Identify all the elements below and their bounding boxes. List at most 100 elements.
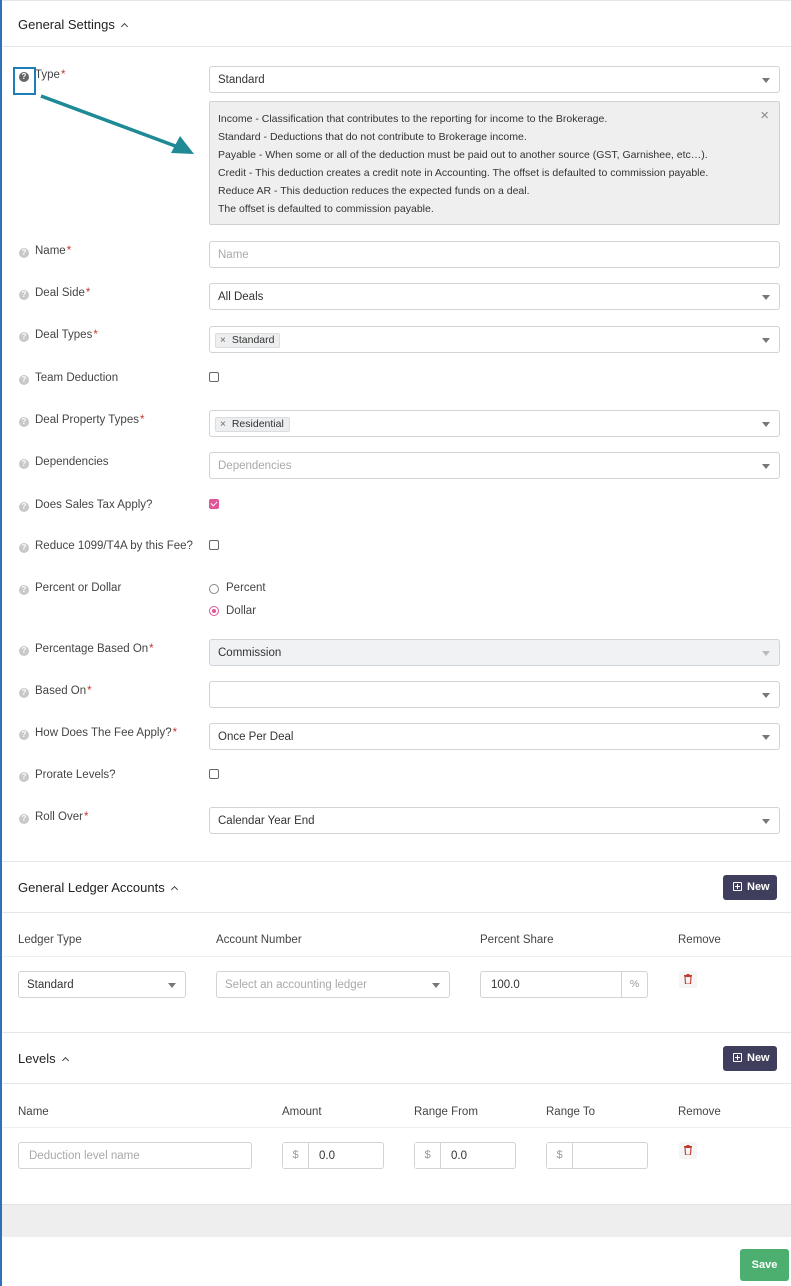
percentage-based-on-value: Commission [218, 647, 282, 659]
deal-side-label-text: Deal Side [35, 287, 85, 299]
deal-types-multiselect[interactable]: × Standard [209, 326, 780, 353]
deal-property-types-multiselect[interactable]: × Residential [209, 410, 780, 437]
help-icon[interactable]: ? [19, 459, 29, 469]
percent-share-input[interactable]: 100.0 % [480, 971, 648, 998]
ledger-section-header[interactable]: General Ledger Accounts New [2, 861, 791, 913]
level-remove-trash-icon[interactable] [679, 1142, 697, 1159]
dependencies-select[interactable]: Dependencies [209, 452, 780, 479]
range-to-input[interactable]: $ [546, 1142, 648, 1169]
reduce-1099-label: Reduce 1099/T4A by this Fee? [35, 540, 193, 552]
ledger-type-select[interactable]: Standard [18, 971, 186, 998]
range-from-input[interactable]: $ 0.0 [414, 1142, 516, 1169]
dependencies-label: Dependencies [35, 456, 109, 468]
help-icon[interactable]: ? [19, 248, 29, 258]
type-select[interactable]: Standard [209, 66, 780, 93]
required-marker: * [149, 643, 154, 655]
ledger-new-button[interactable]: New [723, 875, 777, 900]
info-line-payable: Payable - When some or all of the deduct… [218, 149, 708, 161]
info-line-credit: Credit - This deduction creates a credit… [218, 167, 709, 179]
levels-col-remove: Remove [678, 1106, 721, 1118]
help-icon[interactable]: ? [19, 772, 29, 782]
help-icon[interactable]: ? [19, 814, 29, 824]
amount-value: 0.0 [319, 1150, 335, 1162]
sales-tax-checkbox[interactable] [209, 499, 219, 509]
dependencies-placeholder: Dependencies [218, 460, 292, 472]
team-deduction-label: Team Deduction [35, 372, 119, 384]
tag-remove-icon[interactable]: × [220, 419, 226, 430]
name-input[interactable]: Name [209, 241, 780, 268]
general-settings-header[interactable]: General Settings [2, 0, 791, 47]
dropdown-arrow-icon [762, 295, 770, 300]
deal-types-label: Deal Types* [35, 329, 98, 341]
chevron-up-icon[interactable] [170, 885, 178, 894]
levels-section-header[interactable]: Levels New [2, 1032, 791, 1084]
help-icon[interactable]: ? [19, 646, 29, 656]
dropdown-arrow-icon [762, 78, 770, 83]
required-marker: * [60, 69, 66, 81]
levels-section-title-text: Levels [18, 1051, 56, 1066]
levels-new-button-label: New [747, 1052, 770, 1064]
fee-apply-select[interactable]: Once Per Deal [209, 723, 780, 750]
dropdown-arrow-icon [762, 819, 770, 824]
level-name-placeholder: Deduction level name [29, 1150, 140, 1162]
account-number-select[interactable]: Select an accounting ledger [216, 971, 450, 998]
help-icon[interactable]: ? [19, 375, 29, 385]
info-line-standard: Standard - Deductions that do not contri… [218, 131, 527, 143]
team-deduction-checkbox[interactable] [209, 372, 219, 382]
percent-radio[interactable] [209, 584, 219, 594]
reduce-1099-checkbox[interactable] [209, 540, 219, 550]
dropdown-arrow-icon [762, 422, 770, 427]
type-label: Type* [35, 69, 65, 81]
based-on-label-text: Based On [35, 685, 87, 697]
levels-col-amount: Amount [282, 1106, 322, 1118]
close-icon[interactable]: × [760, 107, 769, 124]
tag-remove-icon[interactable]: × [220, 335, 226, 346]
property-type-tag: × Residential [215, 417, 290, 432]
ledger-col-percent: Percent Share [480, 934, 554, 946]
prorate-levels-label: Prorate Levels? [35, 769, 116, 781]
fee-apply-label-text: How Does The Fee Apply? [35, 727, 172, 739]
dollar-radio[interactable] [209, 606, 219, 616]
prorate-levels-checkbox[interactable] [209, 769, 219, 779]
dollar-radio-label[interactable]: Dollar [226, 605, 256, 617]
percent-radio-label[interactable]: Percent [226, 582, 266, 594]
level-name-input[interactable]: Deduction level name [18, 1142, 252, 1169]
levels-col-range-from: Range From [414, 1106, 478, 1118]
required-marker: * [139, 414, 145, 426]
amount-input[interactable]: $ 0.0 [282, 1142, 384, 1169]
percentage-based-on-label-text: Percentage Based On [35, 643, 149, 655]
ledger-remove-trash-icon[interactable] [679, 971, 697, 988]
help-icon[interactable]: ? [19, 332, 29, 342]
roll-over-select[interactable]: Calendar Year End [209, 807, 780, 834]
save-button[interactable]: Save [740, 1249, 789, 1281]
levels-col-name: Name [18, 1106, 49, 1118]
ledger-type-value: Standard [27, 979, 74, 991]
dropdown-arrow-icon [762, 651, 770, 656]
based-on-select[interactable] [209, 681, 780, 708]
info-line-offset: The offset is defaulted to commission pa… [218, 203, 434, 215]
deal-side-select[interactable]: All Deals [209, 283, 780, 310]
help-icon[interactable]: ? [19, 290, 29, 300]
currency-addon: $ [415, 1143, 441, 1168]
add-icon [733, 1053, 742, 1062]
help-icon[interactable]: ? [19, 72, 29, 82]
help-icon[interactable]: ? [19, 502, 29, 512]
deal-property-types-label: Deal Property Types* [35, 414, 144, 426]
levels-new-button[interactable]: New [723, 1046, 777, 1071]
row-divider [2, 1127, 791, 1128]
help-icon[interactable]: ? [19, 417, 29, 427]
account-number-placeholder: Select an accounting ledger [225, 979, 367, 991]
general-settings-title: General Settings [18, 17, 128, 32]
chevron-up-icon[interactable] [61, 1056, 69, 1065]
dropdown-arrow-icon [762, 693, 770, 698]
levels-col-range-to: Range To [546, 1106, 596, 1118]
help-icon[interactable]: ? [19, 730, 29, 740]
deal-side-value: All Deals [218, 291, 264, 303]
help-icon[interactable]: ? [19, 688, 29, 698]
percentage-based-on-select: Commission [209, 639, 780, 666]
roll-over-label: Roll Over* [35, 811, 88, 823]
help-icon[interactable]: ? [19, 585, 29, 595]
chevron-up-icon[interactable] [120, 22, 128, 31]
range-from-value: 0.0 [451, 1150, 467, 1162]
help-icon[interactable]: ? [19, 543, 29, 553]
